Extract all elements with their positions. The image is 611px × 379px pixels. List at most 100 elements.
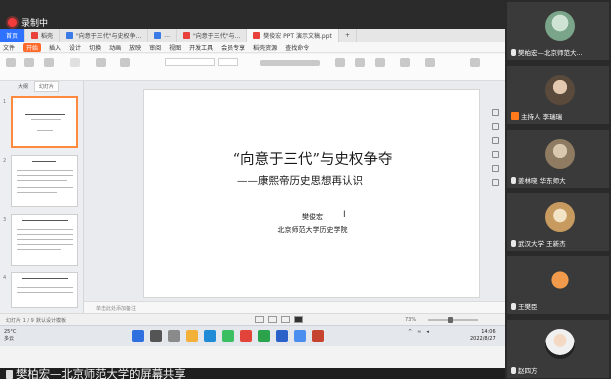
font-family-select[interactable] <box>165 58 215 66</box>
tab-doc-2[interactable]: ... <box>148 29 178 42</box>
word-icon[interactable] <box>276 330 288 342</box>
thumbnail-text-line <box>37 130 53 131</box>
thumbnail-title-line <box>22 220 68 221</box>
microphone-icon <box>511 176 516 184</box>
participant-label: 姜林晓 华东师大 <box>511 175 566 185</box>
screen-share-icon <box>6 370 13 379</box>
clock-date: 2022/8/27 <box>470 336 496 342</box>
participant-tile[interactable]: 王樊臣 <box>507 256 609 314</box>
slide-subtitle[interactable]: ——康熙帝历史思想再认识 <box>237 173 363 188</box>
notes-pane[interactable]: 单击此处添加备注 <box>84 301 505 313</box>
text-box-icon[interactable] <box>335 58 345 67</box>
shape-fill-icon[interactable] <box>491 137 499 144</box>
format-painter-icon[interactable] <box>24 58 34 67</box>
slideshow-play-icon[interactable] <box>294 316 303 323</box>
paste-icon[interactable] <box>6 58 16 67</box>
tab-outline[interactable]: 大纲 <box>18 83 28 90</box>
thumbnail-text-line <box>31 119 61 120</box>
new-tab-button[interactable]: + <box>339 29 357 42</box>
more-icon[interactable] <box>470 58 480 67</box>
settings-icon[interactable] <box>491 179 499 186</box>
volume-icon[interactable]: ◂ <box>426 329 429 335</box>
slide-title[interactable]: “向意于三代”与史权争夺 <box>144 148 481 169</box>
participant-tile[interactable]: 武汉大学 王新杰 <box>507 193 609 251</box>
zoom-level: 73% <box>405 317 417 323</box>
picture-icon[interactable] <box>425 58 435 67</box>
tab-doc-3[interactable]: "向意于三代"与... <box>177 29 248 42</box>
menu-item[interactable]: 设计 <box>69 43 81 52</box>
zoom-slider[interactable] <box>428 317 478 323</box>
notes-placeholder: 单击此处添加备注 <box>96 306 137 312</box>
slide-affiliation[interactable]: 北京师范大学历史学院 <box>144 225 481 235</box>
menu-item[interactable]: 会员专享 <box>221 43 245 52</box>
browser-tab-bar: 首页 稻壳 "向意于三代"与史权争... ... "向意于三代"与... 樊俊宏… <box>0 29 505 42</box>
wifi-icon[interactable]: ≈ <box>417 329 421 335</box>
file-explorer-icon[interactable] <box>186 330 198 342</box>
slide-thumbnail-3[interactable] <box>11 214 78 266</box>
wps-icon[interactable] <box>240 330 252 342</box>
menu-item[interactable]: 放映 <box>129 43 141 52</box>
edge-browser-icon[interactable] <box>204 330 216 342</box>
task-view-icon[interactable] <box>168 330 180 342</box>
participant-tile[interactable]: 赵四方 <box>507 320 609 378</box>
menu-item[interactable]: 插入 <box>49 43 61 52</box>
tab-daoke[interactable]: 稻壳 <box>25 29 61 42</box>
menu-item[interactable]: 文件 <box>3 43 15 52</box>
play-icon[interactable] <box>70 58 80 67</box>
recording-indicator[interactable]: 录制中 <box>8 16 48 29</box>
avatar <box>545 11 575 41</box>
participant-strip: 樊柏宏—北京师范大... 主持人 李瑞瑞 姜林晓 华东师大 武汉大学 王新杰 王… <box>505 0 611 379</box>
slide-thumbnail-1[interactable] <box>11 96 78 148</box>
tab-slides[interactable]: 幻灯片 <box>34 81 60 92</box>
system-clock[interactable]: 14:06 2022/8/27 <box>470 329 496 343</box>
start-menu-icon[interactable] <box>132 330 144 342</box>
reading-view-icon[interactable] <box>281 316 290 323</box>
reset-icon[interactable] <box>120 58 130 67</box>
slide-thumbnail-pane: 大纲 幻灯片 1 2 3 4 <box>0 81 84 313</box>
presentation-icon <box>253 32 261 39</box>
meeting-app-icon[interactable] <box>294 330 306 342</box>
tab-presentation[interactable]: 樊俊宏 PPT 演示文稿.ppt <box>247 29 339 42</box>
menu-item[interactable]: 切换 <box>89 43 101 52</box>
slide-thumbnail-4[interactable] <box>11 272 78 308</box>
transition-icon[interactable] <box>491 165 499 172</box>
normal-view-icon[interactable] <box>255 316 264 323</box>
shape-icon[interactable] <box>355 58 365 67</box>
select-icon[interactable] <box>491 109 499 116</box>
zoom-slider-handle[interactable] <box>448 317 453 323</box>
tab-doc-1[interactable]: "向意于三代"与史权争... <box>60 29 149 42</box>
menu-item[interactable]: 稻壳资源 <box>253 43 277 52</box>
new-slide-icon[interactable] <box>44 58 54 67</box>
menu-item[interactable]: 动画 <box>109 43 121 52</box>
menu-item[interactable]: 视图 <box>169 43 181 52</box>
textbox-icon[interactable] <box>400 58 410 67</box>
wechat-icon[interactable] <box>222 330 234 342</box>
menu-item[interactable]: 开发工具 <box>189 43 213 52</box>
excel-icon[interactable] <box>258 330 270 342</box>
participant-tile[interactable]: 姜林晓 华东师大 <box>507 130 609 188</box>
paragraph-tools[interactable] <box>260 60 320 66</box>
ppt-icon[interactable] <box>312 330 324 342</box>
participant-label: 王樊臣 <box>511 301 538 311</box>
slide-sorter-icon[interactable] <box>268 316 277 323</box>
participant-tile[interactable]: 主持人 李瑞瑞 <box>507 66 609 124</box>
style-icon[interactable] <box>491 123 499 130</box>
chevron-up-icon[interactable]: ^ <box>408 329 412 335</box>
font-size-select[interactable] <box>218 58 238 66</box>
slide-author[interactable]: 樊俊宏 <box>144 212 481 222</box>
slide-canvas[interactable]: “向意于三代”与史权争夺 ——康熙帝历史思想再认识 樊俊宏 北京师范大学历史学院… <box>143 89 480 298</box>
arrange-icon[interactable] <box>375 58 385 67</box>
weather-widget[interactable]: 25°C 多云 <box>4 329 16 343</box>
menu-item[interactable]: 查找命令 <box>285 43 309 52</box>
menu-item[interactable]: 审阅 <box>149 43 161 52</box>
tab-home[interactable]: 首页 <box>0 29 26 42</box>
layout-icon[interactable] <box>96 58 106 67</box>
animation-icon[interactable] <box>491 151 499 158</box>
slide-thumbnail-2[interactable] <box>11 155 78 207</box>
tab-label: 稻壳 <box>41 33 54 40</box>
search-icon[interactable] <box>150 330 162 342</box>
tab-label: ... <box>164 32 171 39</box>
menu-item-active[interactable]: 开始 <box>23 42 42 52</box>
tab-label: 首页 <box>6 33 19 40</box>
participant-tile[interactable]: 樊柏宏—北京师范大... <box>507 2 609 60</box>
